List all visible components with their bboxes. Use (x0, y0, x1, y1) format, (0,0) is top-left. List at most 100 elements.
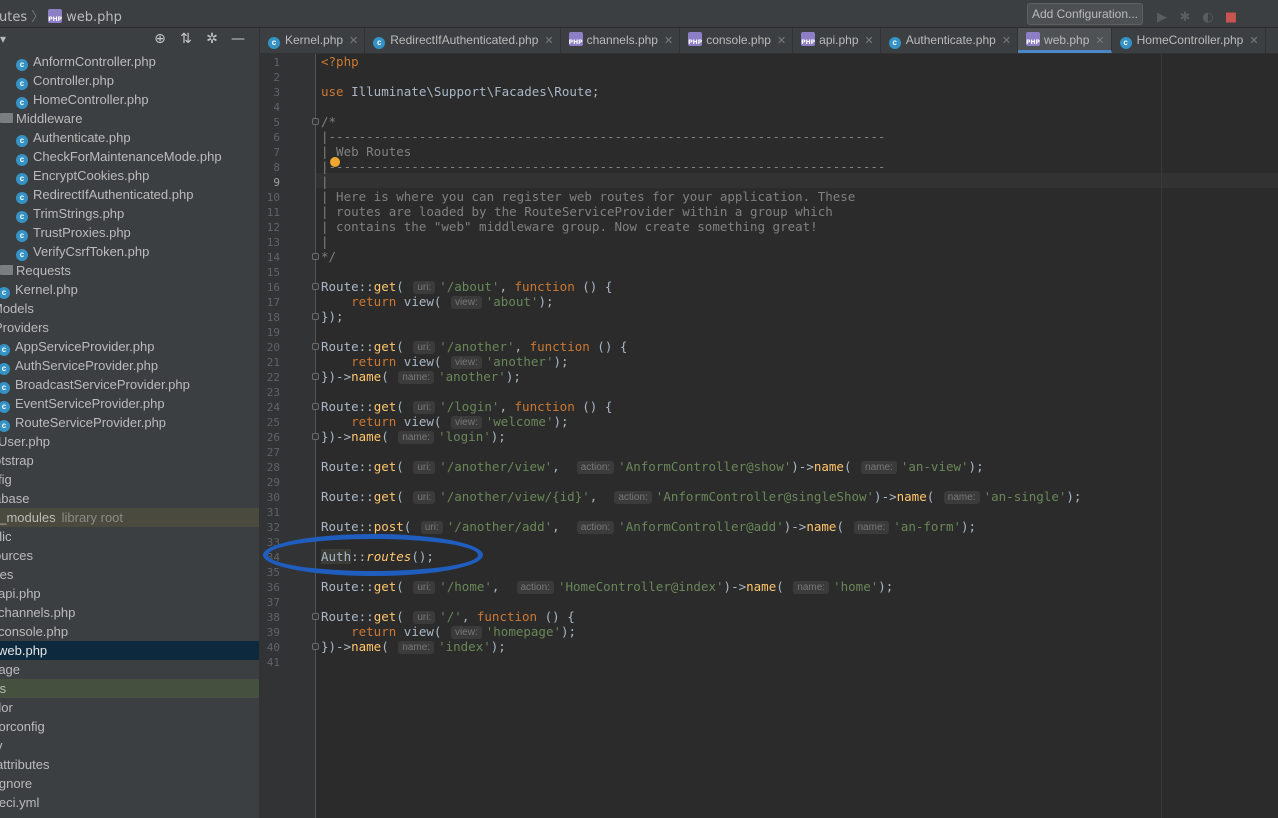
tree-item[interactable]: ignore (0, 774, 259, 793)
tree-item[interactable]: c EventServiceProvider.php (0, 394, 259, 413)
editor-tab[interactable]: console.php ✕ (680, 28, 794, 53)
tree-item[interactable]: User.php (0, 432, 259, 451)
tree-item-label: ts (0, 681, 7, 696)
tree-item[interactable]: Requests (0, 261, 259, 280)
close-tab-icon[interactable]: ✕ (349, 35, 358, 47)
code-line: */ (321, 249, 337, 264)
tree-item[interactable]: Middleware (0, 109, 259, 128)
fold-marker-icon[interactable] (312, 613, 319, 620)
line-number: 39 (266, 626, 280, 639)
dropdown-caret-icon[interactable]: ▾ (0, 32, 6, 46)
tree-item-label: HomeController.php (33, 92, 149, 107)
fold-marker-icon[interactable] (312, 343, 319, 350)
fold-marker-icon[interactable] (312, 373, 319, 380)
tree-item-label: rage (0, 662, 21, 677)
run-icon[interactable]: ▶ (1155, 11, 1169, 25)
code-line: }); (321, 309, 344, 324)
fold-marker-icon[interactable] (312, 253, 319, 260)
close-tab-icon[interactable]: ✕ (865, 35, 874, 47)
tree-item-label: TrustProxies.php (33, 225, 131, 240)
tree-item[interactable]: fig (0, 470, 259, 489)
tree-item[interactable]: itorconfig (0, 717, 259, 736)
tree-item[interactable]: c VerifyCsrfToken.php (0, 242, 259, 261)
tree-item[interactable]: c RouteServiceProvider.php (0, 413, 259, 432)
tree-item[interactable]: blic (0, 527, 259, 546)
tree-item[interactable]: console.php (0, 622, 259, 641)
tree-item[interactable]: c RedirectIfAuthenticated.php (0, 185, 259, 204)
code-line: |---------------------------------------… (321, 159, 886, 174)
code-editor[interactable]: <?php use Illuminate\Support\Facades\Rou… (316, 54, 1278, 818)
tree-item[interactable]: c TrustProxies.php (0, 223, 259, 242)
editor-tab[interactable]: c HomeController.php ✕ (1112, 28, 1266, 53)
add-configuration-button[interactable]: Add Configuration... (1027, 3, 1143, 25)
tree-item[interactable]: c AnformController.php (0, 52, 259, 71)
line-number: 12 (266, 221, 280, 234)
tree-item[interactable]: e_modules library root (0, 508, 259, 527)
hide-icon[interactable]: — (230, 31, 246, 47)
tree-item[interactable]: c Controller.php (0, 71, 259, 90)
code-line: Route::get( uri: '/home', action: 'HomeCon… (321, 579, 894, 594)
tree-item[interactable]: web.php (0, 641, 259, 660)
editor-tab[interactable]: web.php ✕ (1018, 28, 1112, 53)
close-tab-icon[interactable]: ✕ (1249, 35, 1258, 47)
stop-icon[interactable]: ■ (1224, 11, 1238, 25)
line-number: 22 (266, 371, 280, 384)
tree-item[interactable]: c TrimStrings.php (0, 204, 259, 223)
tree-item[interactable]: dor (0, 698, 259, 717)
tree-item[interactable]: c BroadcastServiceProvider.php (0, 375, 259, 394)
line-number: 19 (266, 326, 280, 339)
php-class-icon: c (888, 37, 901, 49)
close-tab-icon[interactable]: ✕ (777, 35, 786, 47)
close-tab-icon[interactable]: ✕ (664, 35, 673, 47)
tree-item[interactable]: c EncryptCookies.php (0, 166, 259, 185)
coverage-icon[interactable]: ◐ (1201, 11, 1215, 25)
tree-item[interactable]: c Kernel.php (0, 280, 259, 299)
fold-marker-icon[interactable] (312, 313, 319, 320)
settings-gear-icon[interactable]: ✲ (204, 31, 220, 47)
editor-tab[interactable]: channels.php ✕ (561, 28, 681, 53)
tree-item[interactable]: otstrap (0, 451, 259, 470)
line-number: 28 (266, 461, 280, 474)
fold-marker-icon[interactable] (312, 433, 319, 440)
code-line: |---------------------------------------… (321, 129, 886, 144)
tree-item[interactable]: v (0, 736, 259, 755)
tree-item[interactable]: ources (0, 546, 259, 565)
breadcrumb-folder[interactable]: routes (0, 10, 27, 25)
line-number: 26 (266, 431, 280, 444)
editor-tab[interactable]: c Authenticate.php ✕ (881, 28, 1019, 53)
fold-marker-icon[interactable] (312, 643, 319, 650)
php-class-icon: c (16, 97, 28, 109)
fold-marker-icon[interactable] (312, 118, 319, 125)
tree-item[interactable]: api.php (0, 584, 259, 603)
tree-item[interactable]: ts (0, 679, 259, 698)
tree-item[interactable]: c AuthServiceProvider.php (0, 356, 259, 375)
tree-item-label: console.php (0, 624, 69, 639)
tree-item[interactable]: channels.php (0, 603, 259, 622)
close-tab-icon[interactable]: ✕ (544, 35, 553, 47)
close-tab-icon[interactable]: ✕ (1095, 35, 1104, 47)
tree-item[interactable]: abase (0, 489, 259, 508)
tree-item[interactable]: c HomeController.php (0, 90, 259, 109)
tree-item[interactable]: rage (0, 660, 259, 679)
fold-marker-icon[interactable] (312, 283, 319, 290)
tree-item[interactable]: tes (0, 565, 259, 584)
tree-item[interactable]: Providers (0, 318, 259, 337)
tree-item[interactable]: attributes (0, 755, 259, 774)
library-root-label: library root (61, 510, 124, 525)
code-line: /* (321, 114, 337, 129)
tree-item[interactable]: c CheckForMaintenanceMode.php (0, 147, 259, 166)
editor-tab[interactable]: c RedirectIfAuthenticated.php ✕ (365, 28, 561, 53)
tree-item[interactable]: Models (0, 299, 259, 318)
debug-icon[interactable]: ✱ (1178, 11, 1192, 25)
tree-item[interactable]: leci.yml (0, 793, 259, 812)
fold-marker-icon[interactable] (312, 403, 319, 410)
tree-item[interactable]: c AppServiceProvider.php (0, 337, 259, 356)
breadcrumb-file[interactable]: web.php (66, 10, 122, 25)
collapse-all-icon[interactable]: ⇅ (178, 31, 194, 47)
editor-tab[interactable]: c Kernel.php ✕ (260, 28, 366, 53)
line-number: 13 (266, 236, 280, 249)
tree-item[interactable]: c Authenticate.php (0, 128, 259, 147)
editor-tab[interactable]: api.php ✕ (793, 28, 881, 53)
locate-icon[interactable]: ⊕ (152, 31, 168, 47)
close-tab-icon[interactable]: ✕ (1002, 35, 1011, 47)
